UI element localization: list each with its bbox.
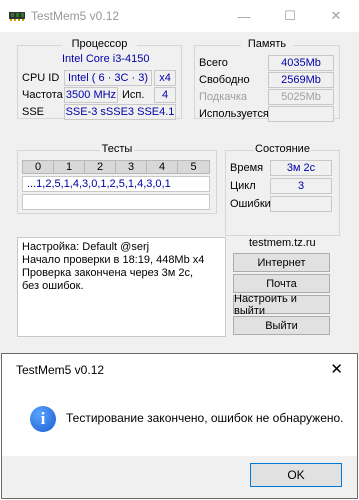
dialog-message: Тестирование закончено, ошибок не обнару… (66, 411, 344, 425)
used-threads-label: Исп. (122, 89, 145, 101)
test-sequence-field: ...1,2,5,1,4,3,0,1,2,5,1,4,3,0,1 (22, 176, 210, 192)
dialog-close-button[interactable]: ✕ (330, 360, 343, 378)
info-icon: i (30, 406, 56, 432)
result-dialog: TestMem5 v0.12 ✕ i Тестирование закончен… (1, 353, 358, 499)
used-threads-field: 4 (154, 87, 176, 103)
internet-button[interactable]: Интернет (233, 253, 330, 272)
used-memory-field (268, 106, 334, 122)
dialog-title: TestMem5 v0.12 (16, 363, 105, 377)
test-header-1: 1 (53, 160, 85, 174)
exit-button[interactable]: Выйти (233, 316, 330, 335)
errors-label: Ошибки (230, 198, 271, 210)
free-memory-label: Свободно (199, 74, 250, 86)
test-header-0: 0 (22, 160, 54, 174)
main-content: Процессор Intel Core i3-4150 CPU ID Inte… (0, 32, 359, 360)
cpuid-label: CPU ID (22, 72, 60, 84)
frequency-field: 3500 MHz (64, 87, 118, 103)
window-title: TestMem5 v0.12 (31, 9, 120, 23)
status-group-title: Состояние (255, 143, 310, 155)
test-header-4: 4 (146, 160, 178, 174)
cycle-label: Цикл (230, 180, 256, 192)
cycle-field: 3 (270, 178, 332, 194)
total-memory-label: Всего (199, 57, 228, 69)
test-header-2: 2 (84, 160, 116, 174)
threads-field: x4 (154, 70, 176, 86)
cpuid-field: Intel ( 6 · 3C · 3) (64, 70, 152, 86)
sse-label: SSE (22, 106, 45, 118)
log-output[interactable]: Настройка: Default @serj Начало проверки… (17, 237, 226, 337)
dialog-title-bar[interactable]: TestMem5 v0.12 ✕ (2, 354, 357, 384)
cpu-name: Intel Core i3-4150 (62, 53, 150, 65)
time-field: 3м 2с (270, 160, 332, 176)
ok-button[interactable]: OK (250, 463, 342, 487)
maximize-button[interactable]: ☐ (267, 0, 313, 32)
site-title: testmem.tz.ru (249, 237, 316, 249)
used-memory-label: Используется (199, 108, 269, 120)
errors-field (270, 196, 332, 212)
total-memory-field: 4035Mb (268, 55, 334, 71)
configure-exit-button[interactable]: Настроить и выйти (233, 293, 330, 317)
tests-group-title: Тесты (101, 143, 133, 155)
time-label: Время (230, 162, 264, 174)
mail-button[interactable]: Почта (233, 274, 330, 293)
memory-chip-icon (9, 12, 25, 21)
memory-group-title: Память (247, 38, 287, 50)
frequency-label: Частота (22, 89, 63, 101)
processor-group-title: Процессор (71, 38, 128, 50)
swap-label: Подкачка (199, 91, 248, 103)
free-memory-field: 2569Mb (268, 72, 334, 88)
minimize-button[interactable]: — (221, 0, 267, 32)
title-bar[interactable]: TestMem5 v0.12 — ☐ ✕ (0, 0, 359, 32)
swap-field: 5025Mb (268, 89, 334, 105)
test-progress-field (22, 194, 210, 210)
sse-field: SSE-3 sSSE3 SSE4.1 (64, 104, 176, 120)
main-window: TestMem5 v0.12 — ☐ ✕ Процессор Intel Cor… (0, 0, 359, 360)
test-header-3: 3 (115, 160, 147, 174)
test-header-5: 5 (177, 160, 210, 174)
close-button[interactable]: ✕ (313, 0, 359, 32)
dialog-body: i Тестирование закончено, ошибок не обна… (2, 384, 357, 456)
